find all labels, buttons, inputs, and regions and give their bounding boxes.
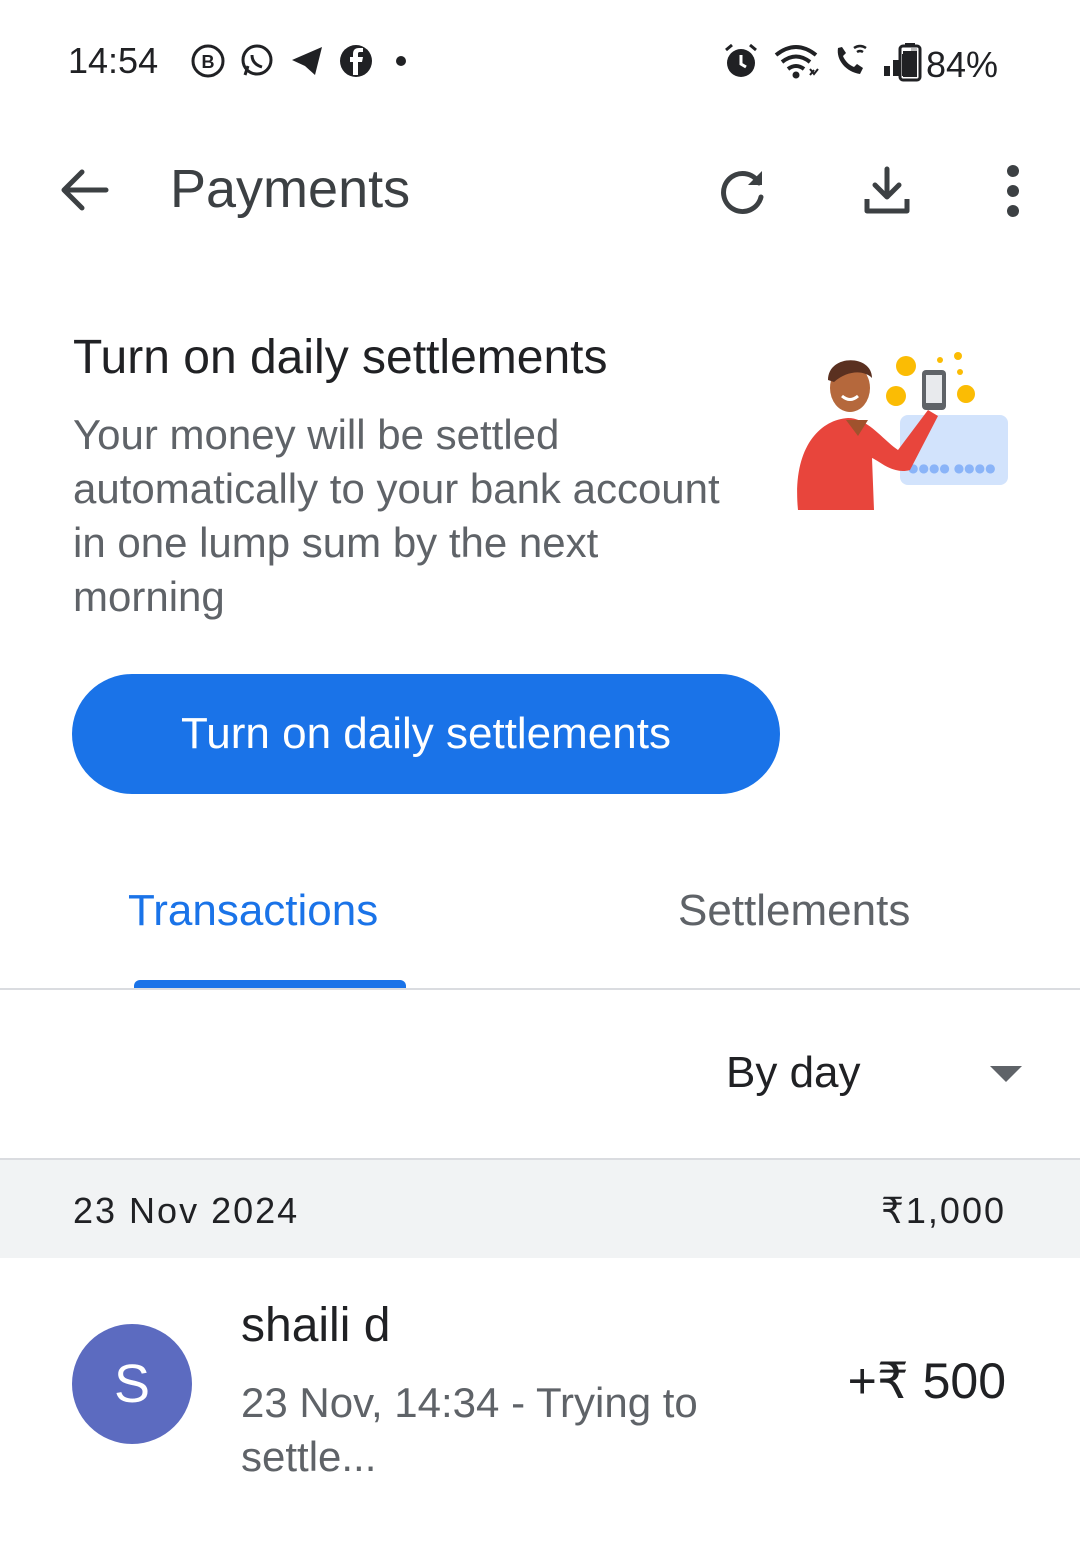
avatar: S xyxy=(72,1324,192,1444)
group-total: ₹1,000 xyxy=(881,1190,1006,1231)
tab-transactions[interactable]: Transactions xyxy=(128,886,378,936)
more-vert-icon xyxy=(1003,163,1023,224)
status-time: 14:54 xyxy=(68,40,159,81)
settlement-illustration: ●●●● ●●●● xyxy=(788,340,1013,520)
more-options-button[interactable] xyxy=(978,158,1048,228)
promo-description: Your money will be settled automatically… xyxy=(73,411,720,620)
alarm-icon xyxy=(722,42,760,85)
download-button[interactable] xyxy=(852,158,922,228)
tab-settlements[interactable]: Settlements xyxy=(678,886,910,936)
dropdown-arrow-icon xyxy=(990,1066,1022,1082)
facebook-icon xyxy=(338,43,374,84)
tab-indicator xyxy=(134,980,406,988)
download-icon xyxy=(859,163,915,224)
svg-text:●●●● ●●●●: ●●●● ●●●● xyxy=(908,461,996,475)
app-bar: Payments xyxy=(0,130,1080,255)
period-filter-dropdown[interactable]: By day xyxy=(700,1030,1040,1120)
refresh-icon xyxy=(715,163,771,224)
battery-icon xyxy=(898,42,922,87)
dot-icon xyxy=(386,46,416,81)
system-icons xyxy=(722,40,920,86)
b-badge-icon: B xyxy=(190,43,226,84)
wifi-calling-icon xyxy=(832,42,870,85)
status-bar: 14:54 B 84% xyxy=(0,0,1080,125)
transaction-amount: +₹ 500 xyxy=(847,1353,1006,1409)
promo-title: Turn on daily settlements xyxy=(73,331,608,384)
group-date: 23 Nov 2024 xyxy=(73,1190,300,1231)
transaction-subtitle: 23 Nov, 14:34 - Trying to settle... xyxy=(241,1379,698,1480)
svg-text:B: B xyxy=(202,52,215,72)
date-group-header: 23 Nov 2024 ₹1,000 xyxy=(0,1158,1080,1258)
battery-percent: 84% xyxy=(926,44,999,85)
refresh-button[interactable] xyxy=(708,158,778,228)
period-filter-label: By day xyxy=(726,1048,861,1097)
back-arrow-icon xyxy=(56,162,112,223)
page-title: Payments xyxy=(170,159,411,219)
back-button[interactable] xyxy=(52,160,116,224)
telegram-icon xyxy=(288,42,326,85)
transaction-name: shaili d xyxy=(241,1299,391,1352)
turn-on-daily-settlements-button[interactable]: Turn on daily settlements xyxy=(72,674,780,794)
whatsapp-icon xyxy=(238,42,276,85)
notification-icons: B xyxy=(190,40,416,86)
wifi-icon xyxy=(772,42,820,85)
tab-bar: Transactions Settlements xyxy=(0,850,1080,990)
transaction-row[interactable]: S shaili d 23 Nov, 14:34 - Trying to set… xyxy=(0,1290,1080,1490)
